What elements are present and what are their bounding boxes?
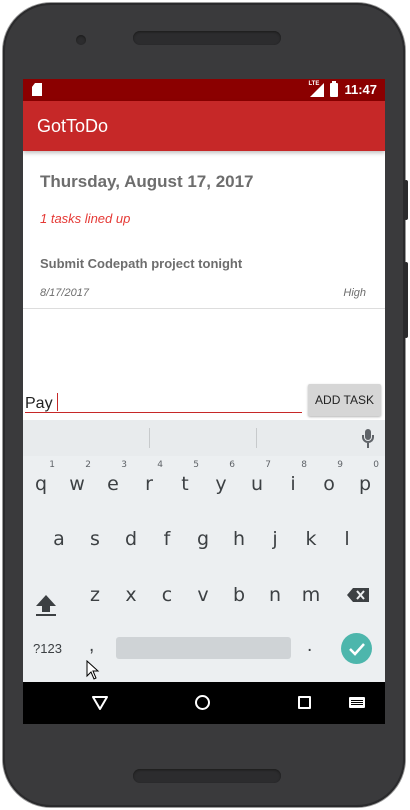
key-v[interactable]: v	[185, 574, 221, 616]
suggestion-divider	[149, 428, 150, 448]
key-z[interactable]: z	[77, 574, 113, 616]
bottom-speaker	[133, 769, 281, 783]
new-task-input-value: Pay	[25, 395, 53, 412]
microphone-icon[interactable]	[362, 429, 374, 449]
key-u[interactable]: u7	[239, 460, 275, 505]
key-a[interactable]: a	[41, 518, 77, 560]
task-count-label: 1 tasks lined up	[40, 211, 131, 226]
home-icon[interactable]	[195, 695, 210, 710]
suggestion-strip	[23, 420, 385, 456]
add-task-button[interactable]: ADD TASK	[308, 384, 381, 416]
app-bar: GotToDo	[23, 101, 385, 151]
key-s[interactable]: s	[77, 518, 113, 560]
status-bar: LTE 11:47	[23, 79, 385, 101]
key-r[interactable]: r4	[131, 460, 167, 505]
comma-key[interactable]: ,	[89, 635, 94, 657]
suggestion-divider	[256, 428, 257, 448]
key-p[interactable]: p0	[347, 460, 383, 505]
key-x[interactable]: x	[113, 574, 149, 616]
keyboard-switch-icon[interactable]	[349, 697, 365, 708]
key-c[interactable]: c	[149, 574, 185, 616]
task-list-item[interactable]: Submit Codepath project tonight 8/17/201…	[23, 245, 385, 309]
top-speaker	[133, 31, 281, 45]
new-task-input[interactable]: Pay	[25, 389, 302, 413]
battery-charging-icon	[330, 80, 339, 97]
key-l[interactable]: l	[329, 518, 365, 560]
checkmark-icon	[349, 643, 365, 656]
key-y[interactable]: y6	[203, 460, 239, 505]
front-camera	[76, 35, 86, 45]
mouse-pointer-icon	[86, 659, 100, 685]
key-e[interactable]: e3	[95, 460, 131, 505]
backspace-icon[interactable]	[347, 588, 369, 602]
key-h[interactable]: h	[221, 518, 257, 560]
key-i[interactable]: i8	[275, 460, 311, 505]
key-o[interactable]: o9	[311, 460, 347, 505]
text-caret	[56, 393, 59, 411]
power-button[interactable]	[404, 180, 408, 220]
lte-signal-icon: LTE	[308, 81, 325, 97]
symbols-key[interactable]: ?123	[33, 641, 62, 656]
spacebar[interactable]	[116, 637, 291, 659]
key-g[interactable]: g	[185, 518, 221, 560]
recent-apps-icon[interactable]	[298, 696, 311, 709]
back-icon[interactable]	[92, 695, 108, 716]
volume-button[interactable]	[404, 262, 408, 338]
key-n[interactable]: n	[257, 574, 293, 616]
key-q[interactable]: q1	[23, 460, 59, 505]
key-m[interactable]: m	[293, 574, 329, 616]
sd-card-icon	[32, 83, 42, 96]
key-k[interactable]: k	[293, 518, 329, 560]
key-j[interactable]: j	[257, 518, 293, 560]
status-time: 11:47	[344, 82, 377, 97]
period-key[interactable]: .	[307, 635, 312, 657]
task-date: 8/17/2017	[40, 287, 89, 299]
key-f[interactable]: f	[149, 518, 185, 560]
app-title: GotToDo	[37, 116, 109, 136]
task-name: Submit Codepath project tonight	[40, 256, 243, 271]
shift-key-icon[interactable]	[34, 594, 58, 616]
task-priority: High	[343, 287, 366, 299]
key-d[interactable]: d	[113, 518, 149, 560]
key-b[interactable]: b	[221, 574, 257, 616]
key-w[interactable]: w2	[59, 460, 95, 505]
date-heading: Thursday, August 17, 2017	[40, 172, 254, 191]
key-t[interactable]: t5	[167, 460, 203, 505]
screen: LTE 11:47 GotToDo Thursday, August 17, 2…	[23, 79, 385, 724]
navigation-bar	[23, 682, 385, 724]
enter-key[interactable]	[341, 633, 372, 664]
